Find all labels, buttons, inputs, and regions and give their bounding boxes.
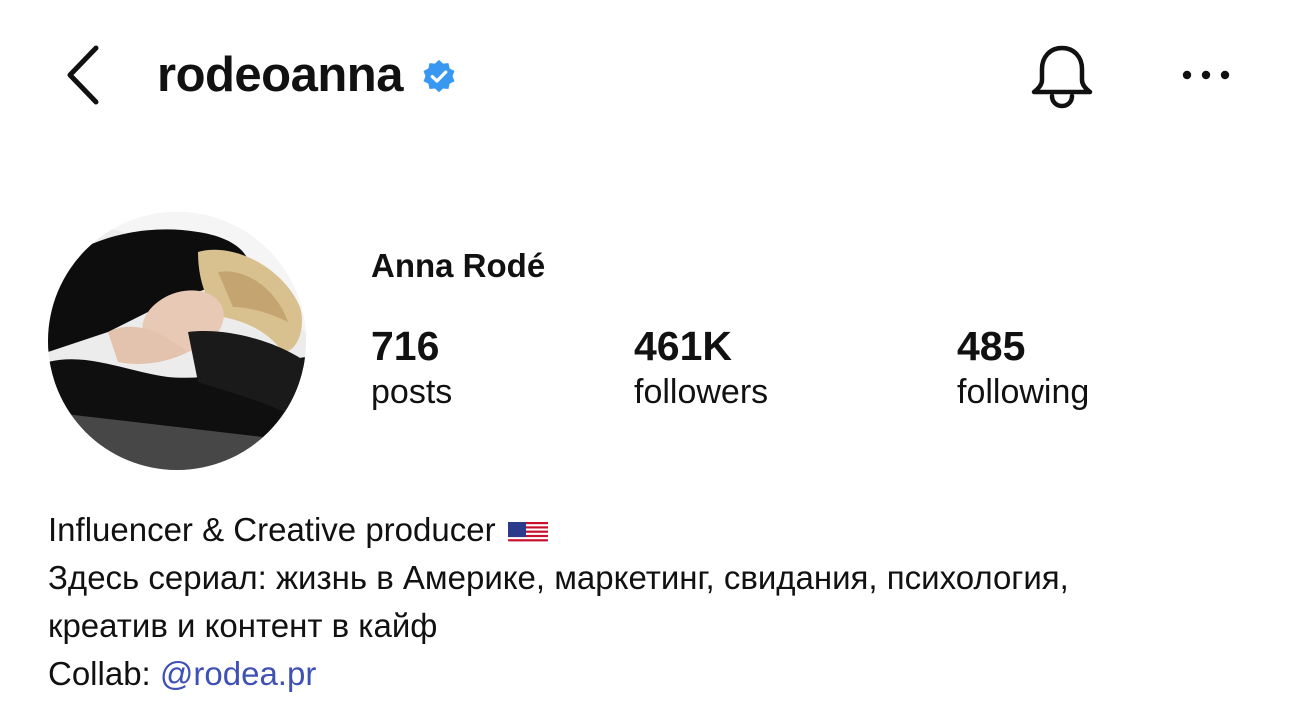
username-row: rodeoanna — [157, 46, 457, 104]
stat-followers[interactable]: 461K followers — [634, 322, 768, 414]
verified-badge-icon — [423, 59, 455, 93]
profile-avatar[interactable] — [48, 212, 306, 470]
posts-label: posts — [371, 373, 453, 411]
profile-full-name: Anna Rodé — [371, 247, 546, 284]
following-count: 485 — [957, 323, 1026, 369]
collab-prefix: Collab: — [48, 655, 160, 692]
avatar-photo — [48, 212, 306, 470]
bio-line-2: Здесь сериал: жизнь в Америке, маркетинг… — [48, 559, 1069, 596]
bio-line-1: Influencer & Creative producer — [48, 506, 1069, 554]
chevron-left-icon — [67, 45, 99, 105]
us-flag-icon — [507, 515, 548, 544]
bio-headline: Influencer & Creative producer — [48, 511, 496, 548]
bell-icon — [1031, 45, 1093, 109]
notifications-button[interactable] — [1028, 42, 1096, 110]
following-label: following — [957, 373, 1090, 411]
profile-bio: Influencer & Creative producer Здесь сер… — [48, 506, 1069, 698]
profile-header: rodeoanna — [0, 0, 1290, 150]
more-options-button[interactable] — [1180, 60, 1232, 90]
back-button[interactable] — [58, 40, 108, 110]
followers-label: followers — [634, 373, 769, 411]
posts-count: 716 — [371, 323, 440, 369]
stat-following[interactable]: 485 following — [957, 322, 1089, 414]
profile-page: rodeoanna Anna Rodé 716 posts 461K follo… — [0, 0, 1290, 706]
bio-line-3: креатив и контент в кайф — [48, 607, 438, 644]
profile-username: rodeoanna — [157, 48, 403, 102]
collab-mention-link[interactable]: @rodea.pr — [160, 655, 316, 692]
bio-collab-line: Collab: @rodea.pr — [48, 650, 1069, 698]
stat-posts[interactable]: 716 posts — [371, 322, 452, 414]
more-horizontal-icon — [1182, 70, 1230, 80]
followers-count: 461K — [634, 323, 733, 369]
